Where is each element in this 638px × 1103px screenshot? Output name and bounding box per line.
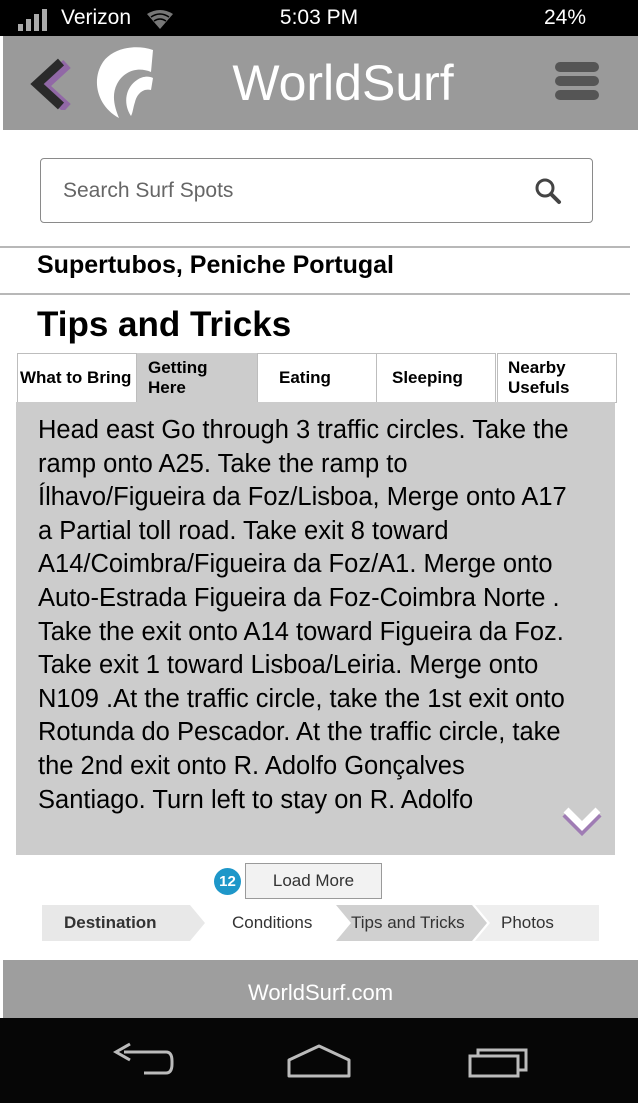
footer-link[interactable]: WorldSurf.com (3, 980, 638, 1006)
android-nav-bar (0, 1018, 638, 1103)
back-icon[interactable] (110, 1042, 174, 1080)
tab-label: Nearby Usefuls (508, 358, 570, 397)
status-bar: Verizon 5:03 PM 24% (0, 0, 638, 36)
tab-sleeping[interactable]: Sleeping (376, 353, 496, 403)
tab-content-panel[interactable]: Head east Go through 3 traffic circles. … (16, 402, 615, 855)
step-conditions[interactable]: Conditions (232, 905, 312, 941)
tab-label: Getting Here (148, 358, 208, 397)
app-header: WorldSurf (3, 36, 638, 130)
directions-text: Head east Go through 3 traffic circles. … (38, 416, 569, 814)
search-input[interactable] (63, 175, 483, 207)
divider (0, 246, 630, 248)
app-title: WorldSurf (232, 55, 454, 111)
app-screen: Verizon 5:03 PM 24% WorldSurf Supe (0, 0, 638, 1103)
count-badge: 12 (214, 868, 241, 895)
tab-eating[interactable]: Eating (257, 353, 377, 403)
clock-time: 5:03 PM (279, 6, 359, 29)
recent-apps-icon[interactable] (466, 1042, 532, 1080)
section-steps-nav: Destination Conditions Tips and Tricks P… (42, 905, 599, 941)
load-more-button[interactable]: Load More (245, 863, 382, 899)
search-icon[interactable] (534, 177, 562, 205)
worldsurf-logo-icon (96, 47, 153, 118)
section-title: Tips and Tricks (37, 305, 292, 344)
hamburger-menu-icon[interactable] (555, 62, 599, 102)
location-title: Supertubos, Peniche Portugal (37, 251, 394, 279)
step-photos[interactable]: Photos (501, 905, 554, 941)
back-arrow-icon[interactable] (29, 58, 71, 110)
tab-getting-here[interactable]: Getting Here (137, 353, 257, 403)
tab-nearby-usefuls[interactable]: Nearby Usefuls (497, 353, 617, 403)
home-icon[interactable] (285, 1042, 353, 1080)
search-box (40, 158, 593, 223)
tips-tab-bar: What to Bring Getting Here Eating Sleepi… (17, 353, 617, 403)
chevron-down-icon[interactable] (562, 802, 602, 836)
battery-percentage: 24% (543, 6, 586, 29)
tab-label: Eating (279, 368, 331, 387)
footer: WorldSurf.com (3, 960, 638, 1018)
tab-label: What to Bring (20, 368, 132, 387)
divider (0, 293, 630, 295)
tab-label: Sleeping (392, 368, 463, 387)
step-tips-and-tricks[interactable]: Tips and Tricks (351, 905, 465, 941)
step-destination[interactable]: Destination (64, 905, 157, 941)
tab-what-to-bring[interactable]: What to Bring (17, 353, 137, 403)
